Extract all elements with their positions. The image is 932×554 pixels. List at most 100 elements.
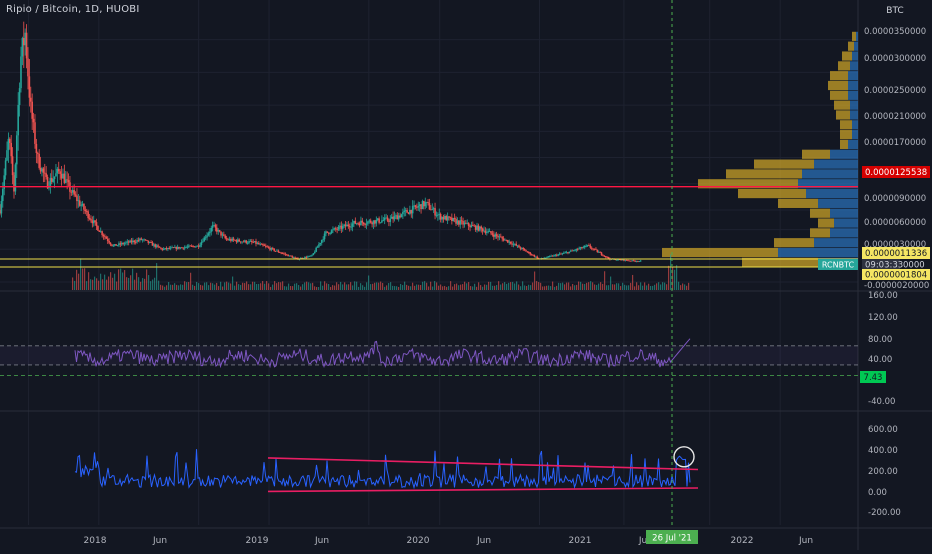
volume-bar (484, 284, 486, 290)
symbol-label: RCNBTC (822, 261, 855, 270)
volume-bar (674, 269, 676, 290)
volume-bar (220, 281, 222, 290)
volume-bar (300, 286, 302, 290)
volume-bar (628, 285, 630, 290)
price-candle-body (635, 261, 638, 263)
price-candle-body (424, 202, 427, 207)
price-candle-body (336, 229, 338, 231)
volume-bar (504, 282, 506, 290)
volume-bar (414, 285, 416, 290)
price-candle-body (534, 256, 537, 258)
volume-bar (384, 286, 386, 290)
price-candle-body (444, 215, 446, 220)
price-candle-body (364, 224, 366, 226)
price-candle-body (200, 241, 203, 245)
price-candle-body (507, 239, 509, 243)
volume-profile-bar-up (852, 120, 858, 130)
price-candle-body (292, 257, 295, 259)
volume-bar (354, 281, 356, 290)
chart-window[interactable]: 2018 Jun 2019 Jun 2020 Jun 2021 Ju 2022 Jun 26 Jul… (0, 0, 932, 550)
volume-bar (618, 283, 620, 290)
volume-bar (288, 283, 290, 290)
price-candle-body (38, 153, 40, 168)
time-axis-tick-label: 2019 (246, 536, 269, 546)
volume-bar (266, 281, 268, 290)
volume-bar (494, 285, 496, 290)
price-candle-body (428, 203, 431, 210)
price-candle-body (271, 247, 274, 249)
volume-profile-bar-down (754, 159, 814, 169)
price-candle-body (83, 204, 85, 210)
volume-profile-bar-up (814, 159, 858, 169)
volume-bar (232, 276, 234, 290)
volume-bar (150, 281, 152, 290)
volume-profile-bar-up (856, 31, 858, 41)
volume-bar (78, 273, 80, 290)
volume-bar (124, 270, 126, 290)
volume-bar (374, 282, 376, 290)
volume-profile-bar-down (848, 41, 854, 51)
volume-profile-bar-down (828, 80, 848, 91)
price-candle-body (348, 226, 351, 228)
price-candle-body (60, 173, 63, 179)
price-candle-body (256, 243, 259, 244)
volume-bar (634, 286, 636, 290)
volume-bar (600, 282, 602, 290)
price-candle-body (76, 195, 78, 202)
volume-bar (450, 281, 452, 290)
price-candle-body (383, 217, 386, 221)
volume-bar (398, 286, 400, 290)
volume-bar (364, 286, 366, 290)
price-candle-body (453, 218, 456, 219)
price-candle-body (306, 256, 309, 258)
price-candle-body (375, 219, 378, 224)
price-candle-body (558, 253, 561, 255)
volume-bar (106, 279, 108, 290)
price-candle-body (392, 216, 394, 220)
volume-bar (426, 282, 428, 290)
price-candle-body (42, 168, 45, 173)
price-candle-body (257, 243, 260, 245)
price-candle-body (402, 211, 404, 215)
volume-profile-bar-down (842, 51, 852, 61)
price-candle-body (278, 252, 281, 253)
price-candle-body (311, 255, 313, 256)
trading-chart[interactable]: 2018 Jun 2019 Jun 2020 Jun 2021 Ju 2022 Jun 26 Jul… (0, 0, 932, 550)
rsi-band-fill (0, 345, 858, 365)
chart-title: Ripio / Bitcoin, 1D, HUOBI (6, 4, 140, 15)
price-candle-body (637, 261, 639, 263)
price-candle-body (283, 253, 285, 255)
volume-bar (472, 286, 474, 290)
volume-profile-bar-down (830, 90, 848, 100)
price-candle-body (389, 218, 392, 222)
price-candle-body (560, 253, 562, 255)
price-candle-body (242, 241, 245, 243)
volume-bar (282, 281, 284, 290)
price-candle-body (399, 215, 401, 218)
price-candle-body (606, 256, 608, 258)
price-candle-body (554, 254, 557, 256)
volume-profile-bar-down (836, 110, 850, 120)
volume-bar (650, 285, 652, 290)
price-candle-body (346, 224, 348, 227)
volume-bar (236, 281, 238, 290)
price-candle-body (578, 248, 580, 250)
volume-bar (86, 281, 88, 290)
price-candle-body (627, 260, 629, 262)
price-candle-body (87, 211, 89, 219)
price-candle-body (218, 230, 221, 232)
price-candle-body (473, 225, 476, 227)
price-candle-body (624, 259, 627, 261)
price-candle-body (273, 248, 275, 251)
volume-profile-bar-up (848, 139, 858, 150)
price-candle-body (596, 249, 599, 253)
volume-profile-bar-up (830, 149, 858, 159)
price-candle-body (248, 241, 250, 243)
price-candle-body (403, 210, 406, 212)
time-axis-tick-label: Jun (476, 536, 491, 546)
price-candle-body (323, 233, 326, 240)
volume-bar (630, 282, 632, 290)
price-candle-body (409, 209, 411, 215)
price-axis-tick-label: 0.0000300000 (864, 54, 926, 64)
price-candle-body (353, 220, 355, 224)
